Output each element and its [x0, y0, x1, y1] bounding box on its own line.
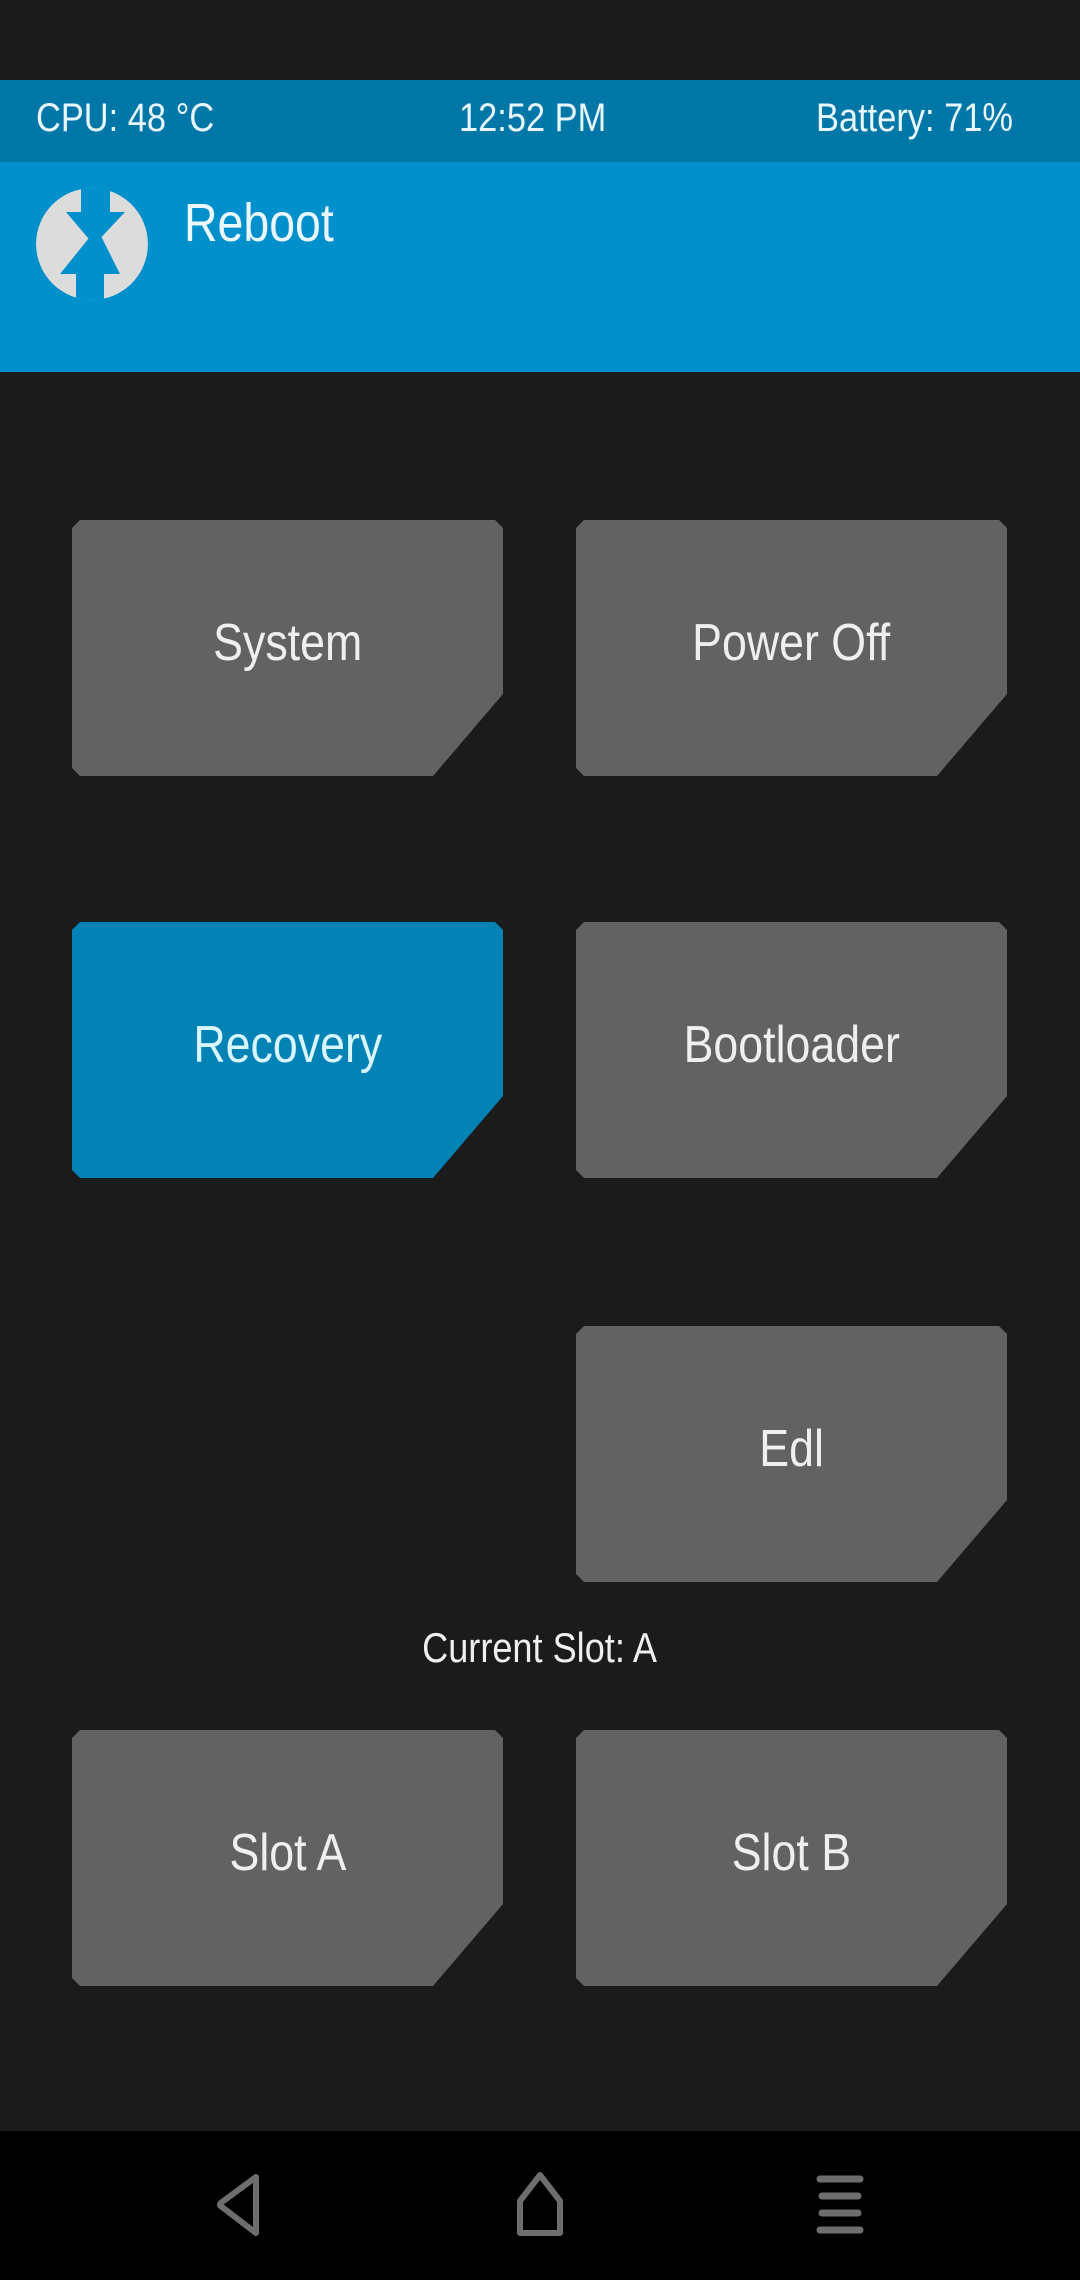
- page-header: Reboot: [0, 162, 1080, 372]
- button-label: System: [212, 614, 363, 672]
- button-label: Slot A: [229, 1824, 346, 1882]
- slot-b-button[interactable]: Slot B: [576, 1730, 1007, 1986]
- status-bar: CPU: 48 °C 12:52 PM Battery: 71%: [0, 80, 1080, 162]
- home-icon[interactable]: [500, 2165, 580, 2245]
- clock: 12:52 PM: [459, 96, 607, 140]
- menu-icon[interactable]: [800, 2165, 880, 2245]
- navigation-bar: [0, 2131, 1080, 2280]
- reboot-edl-button[interactable]: Edl: [576, 1326, 1007, 1582]
- current-slot-text: Current Slot: A: [422, 1624, 658, 1671]
- button-label: Edl: [759, 1420, 824, 1478]
- reboot-recovery-button[interactable]: Recovery: [72, 922, 503, 1178]
- top-spacer: [0, 0, 1080, 80]
- twrp-logo-icon: [36, 188, 148, 300]
- back-icon[interactable]: [200, 2165, 280, 2245]
- button-label: Recovery: [193, 1016, 382, 1074]
- button-label: Slot B: [731, 1824, 852, 1882]
- button-label: Bootloader: [683, 1016, 900, 1074]
- reboot-bootloader-button[interactable]: Bootloader: [576, 922, 1007, 1178]
- current-slot-label: Current Slot: A: [0, 1624, 1080, 1672]
- slot-a-button[interactable]: Slot A: [72, 1730, 503, 1986]
- battery-level: Battery: 71%: [816, 96, 1013, 140]
- button-label: Power Off: [692, 614, 891, 672]
- page-title: Reboot: [184, 193, 334, 253]
- power-off-button[interactable]: Power Off: [576, 520, 1007, 776]
- cpu-temperature: CPU: 48 °C: [36, 96, 215, 140]
- reboot-system-button[interactable]: System: [72, 520, 503, 776]
